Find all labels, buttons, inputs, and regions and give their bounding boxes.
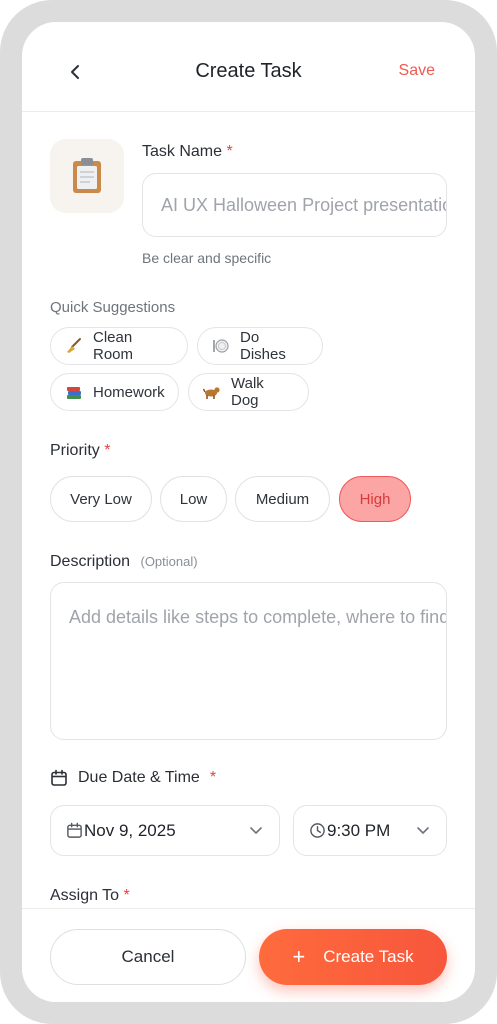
due-date-value: Nov 9, 2025	[84, 820, 176, 840]
dog-icon	[203, 383, 221, 401]
task-name-label: Task Name *	[142, 143, 233, 161]
plate-icon	[212, 337, 230, 355]
create-task-label: Create Task	[323, 947, 414, 966]
clipboard-icon	[73, 158, 101, 193]
optional-tag: (Optional)	[140, 554, 198, 569]
quick-suggestions-label: Quick Suggestions	[50, 299, 176, 316]
chevron-down-icon	[250, 827, 262, 834]
assign-to-label: Assign To *	[50, 887, 130, 905]
books-icon	[65, 383, 83, 401]
priority-label-text: Priority	[50, 442, 100, 459]
due-date-label: Due Date & Time *	[50, 769, 216, 787]
task-icon-picker[interactable]	[50, 139, 124, 213]
description-label-text: Description	[50, 553, 131, 570]
required-mark: *	[104, 442, 111, 459]
priority-high[interactable]: High	[339, 476, 411, 522]
app-screen: Create Task Save Task Name * AI UX Hallo…	[22, 22, 475, 1002]
cancel-button[interactable]: Cancel	[50, 929, 246, 985]
task-name-label-text: Task Name	[142, 143, 223, 160]
due-date-label-text: Due Date & Time	[78, 769, 200, 786]
broom-icon	[65, 337, 83, 355]
suggestion-label: Clean Room	[93, 329, 134, 363]
header-bar: Create Task Save	[22, 22, 475, 112]
suggestion-label: Walk Dog	[231, 375, 264, 409]
suggestion-label: Do Dishes	[240, 329, 286, 363]
suggestion-chip-clean-room[interactable]: Clean Room	[50, 327, 188, 365]
footer-bar: Cancel + Create Task	[22, 908, 475, 1002]
calendar-icon	[51, 769, 67, 786]
description-placeholder: Add details like steps to complete, wher…	[69, 607, 447, 627]
due-date-select[interactable]: Nov 9, 2025	[50, 805, 280, 856]
task-name-input[interactable]: AI UX Halloween Project presentation	[142, 173, 447, 237]
chevron-down-icon	[417, 827, 429, 834]
suggestion-label: Homework	[93, 383, 165, 401]
suggestion-chip-homework[interactable]: Homework	[50, 373, 179, 411]
assign-to-label-text: Assign To	[50, 887, 120, 904]
clock-icon	[310, 823, 325, 838]
required-mark: *	[209, 769, 217, 786]
create-task-button[interactable]: + Create Task	[259, 929, 447, 985]
due-time-value: 9:30 PM	[327, 820, 391, 840]
priority-label: Priority *	[50, 442, 110, 460]
task-name-hint: Be clear and specific	[142, 250, 272, 266]
description-label: Description (Optional)	[50, 553, 198, 571]
priority-very-low[interactable]: Very Low	[50, 476, 152, 522]
due-time-select[interactable]: 9:30 PM	[293, 805, 447, 856]
calendar-icon	[67, 822, 82, 838]
description-textarea[interactable]: Add details like steps to complete, wher…	[50, 582, 447, 740]
save-button[interactable]: Save	[399, 62, 435, 80]
plus-icon: +	[292, 944, 306, 969]
priority-medium[interactable]: Medium	[235, 476, 330, 522]
priority-low[interactable]: Low	[160, 476, 227, 522]
required-mark: *	[123, 887, 130, 904]
suggestion-chip-do-dishes[interactable]: Do Dishes	[197, 327, 323, 365]
required-mark: *	[226, 143, 233, 160]
suggestion-chip-walk-dog[interactable]: Walk Dog	[188, 373, 309, 411]
task-name-placeholder: AI UX Halloween Project presentation	[161, 195, 447, 215]
